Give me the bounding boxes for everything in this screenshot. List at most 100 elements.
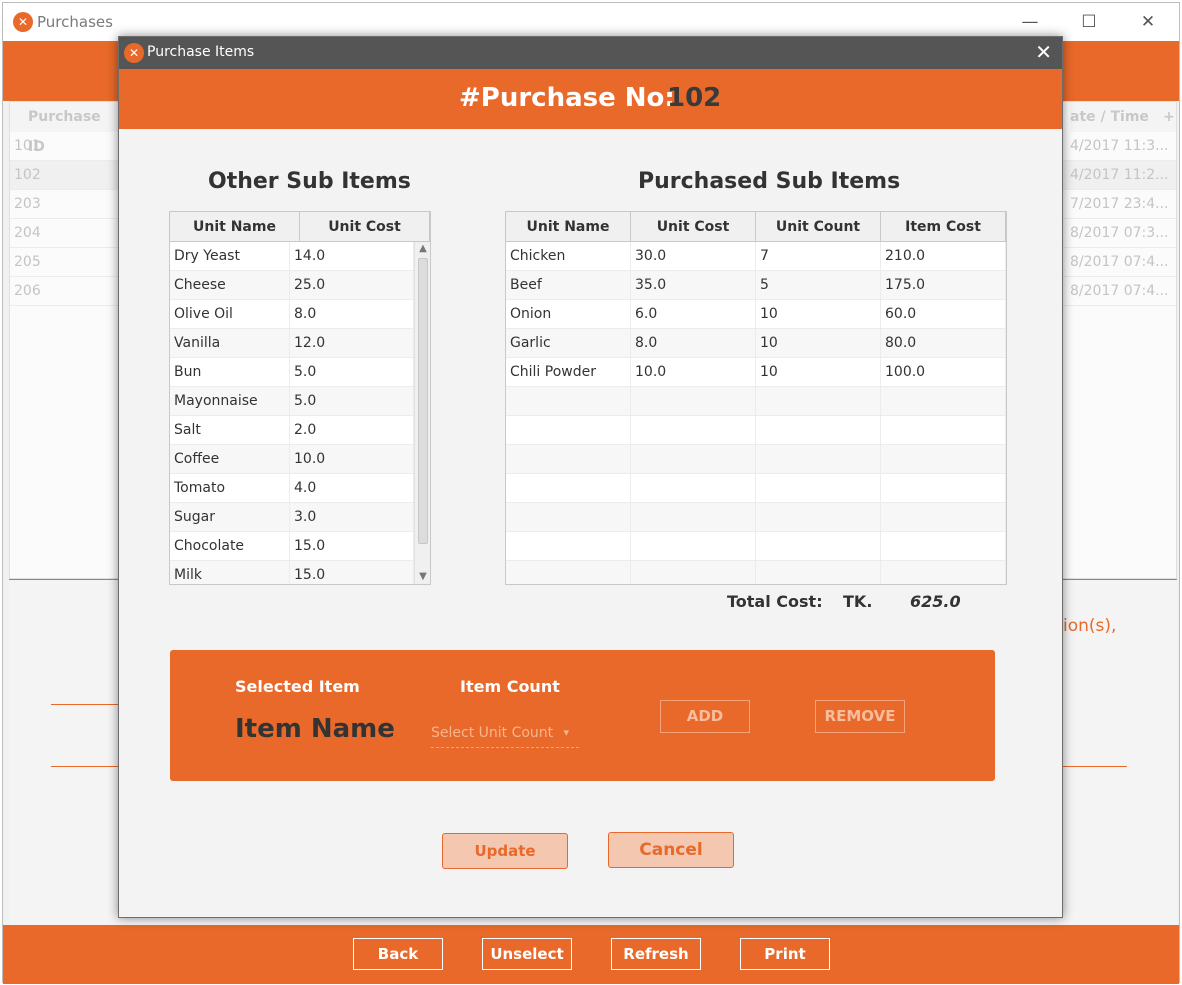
item-cost-cell[interactable]: 80.0 bbox=[881, 329, 1006, 358]
unit-cost-cell[interactable]: 25.0 bbox=[290, 271, 414, 300]
empty-cell[interactable] bbox=[881, 561, 1006, 584]
empty-cell[interactable] bbox=[631, 474, 756, 503]
unit-name-cell[interactable]: Cheese bbox=[170, 271, 290, 300]
empty-cell[interactable] bbox=[756, 445, 881, 474]
empty-cell[interactable] bbox=[631, 503, 756, 532]
scroll-thumb[interactable] bbox=[418, 258, 428, 544]
empty-cell[interactable] bbox=[506, 532, 631, 561]
empty-cell[interactable] bbox=[506, 416, 631, 445]
item-cost-cell[interactable]: 100.0 bbox=[881, 358, 1006, 387]
column-date-time[interactable]: ate / Time bbox=[1070, 102, 1162, 132]
unit-cost-cell[interactable]: 12.0 bbox=[290, 329, 414, 358]
unit-count-cell[interactable]: 7 bbox=[756, 242, 881, 271]
column-unit-cost[interactable]: Unit Cost bbox=[300, 212, 430, 242]
unit-cost-cell[interactable]: 30.0 bbox=[631, 242, 756, 271]
unit-name-cell[interactable]: Vanilla bbox=[170, 329, 290, 358]
add-button[interactable]: ADD bbox=[660, 700, 750, 733]
empty-cell[interactable] bbox=[881, 387, 1006, 416]
column-purchase-id[interactable]: Purchase ID bbox=[10, 102, 122, 155]
unit-count-select[interactable]: Select Unit Count ▾ bbox=[431, 720, 579, 748]
unit-cost-cell[interactable]: 5.0 bbox=[290, 387, 414, 416]
column-unit-count[interactable]: Unit Count bbox=[756, 212, 881, 242]
unit-name-cell[interactable]: Garlic bbox=[506, 329, 631, 358]
unit-name-cell[interactable]: Olive Oil bbox=[170, 300, 290, 329]
unit-cost-cell[interactable]: 10.0 bbox=[290, 445, 414, 474]
unit-count-cell[interactable]: 5 bbox=[756, 271, 881, 300]
column-unit-name[interactable]: Unit Name bbox=[170, 212, 300, 242]
refresh-button[interactable]: Refresh bbox=[611, 938, 701, 970]
maximize-icon[interactable]: ☐ bbox=[1074, 11, 1104, 33]
column-unit-name[interactable]: Unit Name bbox=[506, 212, 631, 242]
unit-cost-cell[interactable]: 4.0 bbox=[290, 474, 414, 503]
empty-cell[interactable] bbox=[506, 474, 631, 503]
unit-cost-cell[interactable]: 8.0 bbox=[290, 300, 414, 329]
empty-cell[interactable] bbox=[756, 503, 881, 532]
empty-cell[interactable] bbox=[756, 416, 881, 445]
empty-cell[interactable] bbox=[631, 416, 756, 445]
other-sub-items-table[interactable]: Unit Name Unit Cost Dry Yeast 14.0 Cheese 2… bbox=[169, 211, 431, 585]
item-cost-cell[interactable]: 60.0 bbox=[881, 300, 1006, 329]
remove-button[interactable]: REMOVE bbox=[815, 700, 905, 733]
unit-name-cell[interactable]: Chili Powder bbox=[506, 358, 631, 387]
unit-cost-cell[interactable]: 15.0 bbox=[290, 561, 414, 584]
item-cost-cell[interactable]: 175.0 bbox=[881, 271, 1006, 300]
column-menu-icon[interactable]: + bbox=[1162, 102, 1176, 132]
unit-name-cell[interactable]: Mayonnaise bbox=[170, 387, 290, 416]
unit-cost-cell[interactable]: 15.0 bbox=[290, 532, 414, 561]
unit-count-cell[interactable]: 10 bbox=[756, 329, 881, 358]
back-button[interactable]: Back bbox=[353, 938, 443, 970]
empty-cell[interactable] bbox=[756, 561, 881, 584]
update-button[interactable]: Update bbox=[442, 833, 568, 869]
unit-name-cell[interactable]: Coffee bbox=[170, 445, 290, 474]
unit-name-cell[interactable]: Tomato bbox=[170, 474, 290, 503]
scroll-up-icon[interactable]: ▲ bbox=[415, 242, 430, 256]
unit-name-cell[interactable]: Bun bbox=[170, 358, 290, 387]
empty-cell[interactable] bbox=[881, 474, 1006, 503]
unit-name-cell[interactable]: Sugar bbox=[170, 503, 290, 532]
column-item-cost[interactable]: Item Cost bbox=[881, 212, 1006, 242]
unselect-button[interactable]: Unselect bbox=[482, 938, 572, 970]
unit-cost-cell[interactable]: 8.0 bbox=[631, 329, 756, 358]
unit-cost-cell[interactable]: 35.0 bbox=[631, 271, 756, 300]
scroll-down-icon[interactable]: ▼ bbox=[415, 570, 430, 584]
print-button[interactable]: Print bbox=[740, 938, 830, 970]
unit-name-cell[interactable]: Onion bbox=[506, 300, 631, 329]
empty-cell[interactable] bbox=[631, 561, 756, 584]
item-cost-cell[interactable]: 210.0 bbox=[881, 242, 1006, 271]
unit-cost-cell[interactable]: 14.0 bbox=[290, 242, 414, 271]
minimize-icon[interactable]: — bbox=[1015, 11, 1045, 33]
empty-cell[interactable] bbox=[506, 503, 631, 532]
vertical-scrollbar[interactable]: ▲ ▼ bbox=[414, 242, 430, 584]
close-icon[interactable]: ✕ bbox=[1035, 41, 1052, 63]
unit-name-cell[interactable]: Milk bbox=[170, 561, 290, 584]
unit-cost-cell[interactable]: 5.0 bbox=[290, 358, 414, 387]
empty-cell[interactable] bbox=[756, 387, 881, 416]
unit-name-cell[interactable]: Dry Yeast bbox=[170, 242, 290, 271]
unit-cost-cell[interactable]: 6.0 bbox=[631, 300, 756, 329]
empty-cell[interactable] bbox=[756, 474, 881, 503]
empty-cell[interactable] bbox=[881, 532, 1006, 561]
empty-cell[interactable] bbox=[881, 416, 1006, 445]
empty-cell[interactable] bbox=[631, 387, 756, 416]
column-unit-cost[interactable]: Unit Cost bbox=[631, 212, 756, 242]
empty-cell[interactable] bbox=[881, 503, 1006, 532]
empty-cell[interactable] bbox=[756, 532, 881, 561]
empty-cell[interactable] bbox=[631, 532, 756, 561]
unit-cost-cell[interactable]: 10.0 bbox=[631, 358, 756, 387]
empty-cell[interactable] bbox=[506, 445, 631, 474]
unit-count-cell[interactable]: 10 bbox=[756, 358, 881, 387]
empty-cell[interactable] bbox=[506, 387, 631, 416]
unit-cost-cell[interactable]: 2.0 bbox=[290, 416, 414, 445]
empty-cell[interactable] bbox=[506, 561, 631, 584]
unit-name-cell[interactable]: Chocolate bbox=[170, 532, 290, 561]
unit-name-cell[interactable]: Beef bbox=[506, 271, 631, 300]
unit-name-cell[interactable]: Salt bbox=[170, 416, 290, 445]
purchased-sub-items-table[interactable]: Unit Name Unit Cost Unit Count Item Cost… bbox=[505, 211, 1007, 585]
close-window-icon[interactable]: ✕ bbox=[1133, 11, 1163, 33]
unit-cost-cell[interactable]: 3.0 bbox=[290, 503, 414, 532]
empty-cell[interactable] bbox=[631, 445, 756, 474]
unit-count-cell[interactable]: 10 bbox=[756, 300, 881, 329]
unit-name-cell[interactable]: Chicken bbox=[506, 242, 631, 271]
cancel-button[interactable]: Cancel bbox=[608, 832, 734, 868]
empty-cell[interactable] bbox=[881, 445, 1006, 474]
